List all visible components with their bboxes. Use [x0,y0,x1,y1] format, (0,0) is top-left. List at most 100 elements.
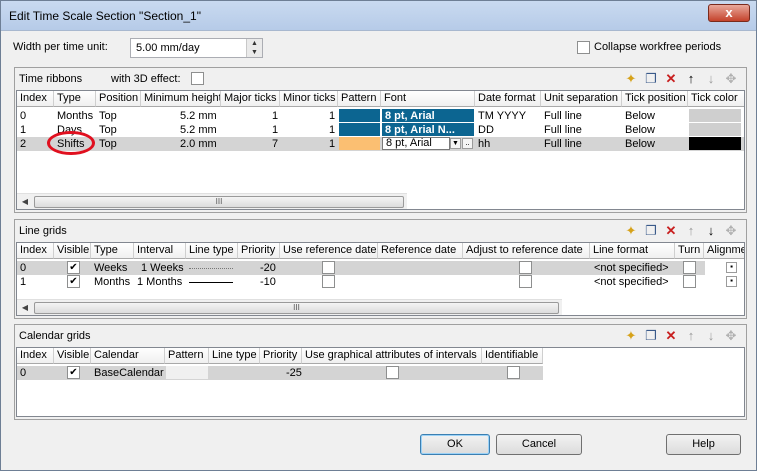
calendar-priority[interactable]: -25 [283,366,302,380]
ribbon-pattern[interactable] [339,109,380,122]
ribbon-tick-color[interactable] [689,137,741,150]
spinner-arrows[interactable]: ▲ ▼ [246,39,262,57]
delete-icon[interactable]: ✕ [663,223,679,239]
col-header[interactable]: Unit separation [541,91,622,107]
turn-checkbox[interactable] [683,261,696,274]
ribbon-font-editor[interactable]: 8 pt, Arial [382,137,450,150]
ribbon-minor-ticks[interactable]: 1 [326,123,335,137]
ribbon-index[interactable]: 2 [17,137,26,151]
ribbon-unit-separation[interactable]: Full line [541,109,582,123]
col-header[interactable]: Pattern [165,348,209,364]
alignment-icon[interactable]: ▪ [726,262,737,273]
ok-button[interactable]: OK [420,434,490,455]
copy-icon[interactable]: ❐ [643,71,659,87]
grid-line-format[interactable]: <not specified> [591,275,669,289]
grid-priority[interactable]: -20 [257,261,276,275]
col-header[interactable]: Priority [260,348,302,364]
ellipsis-button[interactable]: .. [462,138,473,149]
col-header[interactable]: Pattern [338,91,381,107]
ribbon-major-ticks[interactable]: 7 [269,137,278,151]
adjust-reference-date-checkbox[interactable] [519,275,532,288]
col-header[interactable]: Minor ticks [280,91,338,107]
ribbon-major-ticks[interactable]: 1 [269,109,278,123]
move-icon[interactable]: ✥ [723,223,739,239]
scroll-left-icon[interactable]: ◀ [18,196,32,208]
ribbon-tick-color[interactable] [689,123,741,136]
col-header[interactable]: Tick position [622,91,688,107]
grid-index[interactable]: 1 [17,275,26,289]
ribbon-unit-separation[interactable]: Full line [541,123,582,137]
collapse-workfree-checkbox[interactable] [577,41,590,54]
grid-line-type[interactable] [189,282,233,283]
ribbon-unit-separation[interactable]: Full line [541,137,582,151]
identifiable-checkbox[interactable] [507,366,520,379]
scroll-left-icon[interactable]: ◀ [18,302,32,314]
ribbon-tick-position[interactable]: Below [622,137,655,151]
ribbon-major-ticks[interactable]: 1 [269,123,278,137]
col-header[interactable]: Reference date [378,243,463,259]
ribbon-tick-position[interactable]: Below [622,109,655,123]
grid-visible-checkbox[interactable] [67,261,80,274]
adjust-reference-date-checkbox[interactable] [519,261,532,274]
col-header[interactable]: Use reference date [280,243,378,259]
dropdown-arrow-icon[interactable]: ▼ [450,138,461,149]
grid-type[interactable]: Months [91,275,130,289]
3d-effect-checkbox[interactable] [191,72,204,85]
col-header[interactable]: Alignme [704,243,744,259]
ribbon-tick-color[interactable] [689,109,741,122]
grid-interval[interactable]: 1 Weeks [138,261,184,275]
move-icon[interactable]: ✥ [723,328,739,344]
col-header[interactable]: Index [17,348,54,364]
col-header[interactable]: Calendar [91,348,165,364]
copy-icon[interactable]: ❐ [643,223,659,239]
calendar-pattern[interactable] [166,366,208,379]
ribbon-pattern[interactable] [339,137,380,150]
turn-checkbox[interactable] [683,275,696,288]
col-header[interactable]: Visible [54,243,91,259]
width-per-time-unit-value[interactable]: 5.00 mm/day [136,42,200,54]
grid-line-type[interactable] [189,268,233,269]
ribbon-font[interactable]: 8 pt, Arial [382,109,474,122]
col-header[interactable]: Line format [590,243,675,259]
move-up-icon[interactable]: ↑ [683,328,699,344]
help-button[interactable]: Help [666,434,741,455]
spin-down-icon[interactable]: ▼ [247,48,262,57]
line-grids-table[interactable]: Index Visible Type Interval Line type Pr… [16,242,745,316]
col-header[interactable]: Turn [675,243,704,259]
ribbon-index[interactable]: 1 [17,123,26,137]
grid-interval[interactable]: 1 Months [134,275,182,289]
move-icon[interactable]: ✥ [723,71,739,87]
grid-type[interactable]: Weeks [91,261,127,275]
col-header[interactable]: Priority [238,243,280,259]
copy-icon[interactable]: ❐ [643,328,659,344]
col-header[interactable]: Interval [134,243,186,259]
ribbon-min-height[interactable]: 5.2 mm [177,123,217,137]
ribbon-type[interactable]: Months [54,109,93,123]
time-ribbons-hscrollbar[interactable]: ◀ III [17,193,407,209]
ribbon-minor-ticks[interactable]: 1 [326,137,335,151]
col-header[interactable]: Type [91,243,134,259]
col-header[interactable]: Date format [475,91,541,107]
delete-icon[interactable]: ✕ [663,71,679,87]
new-icon[interactable]: ✦ [623,328,639,344]
col-header[interactable]: Font [381,91,475,107]
col-header[interactable]: Type [54,91,96,107]
scroll-thumb[interactable]: III [34,196,404,208]
ribbon-minor-ticks[interactable]: 1 [326,109,335,123]
col-header[interactable]: Use graphical attributes of intervals [302,348,482,364]
ribbon-font[interactable]: 8 pt, Arial N... [382,123,474,136]
ribbon-position[interactable]: Top [96,137,117,151]
grid-visible-checkbox[interactable] [67,275,80,288]
move-up-icon[interactable]: ↑ [683,223,699,239]
calendar-name[interactable]: BaseCalendar [91,366,164,380]
move-down-icon[interactable]: ↓ [703,223,719,239]
calendar-visible-checkbox[interactable] [67,366,80,379]
col-header[interactable]: Line type [186,243,238,259]
move-down-icon[interactable]: ↓ [703,71,719,87]
new-icon[interactable]: ✦ [623,71,639,87]
move-down-icon[interactable]: ↓ [703,328,719,344]
col-header[interactable]: Tick color [688,91,744,107]
width-per-time-unit-spinner[interactable]: 5.00 mm/day ▲ ▼ [130,38,263,58]
col-header[interactable]: Visible [54,348,91,364]
ribbon-tick-position[interactable]: Below [622,123,655,137]
